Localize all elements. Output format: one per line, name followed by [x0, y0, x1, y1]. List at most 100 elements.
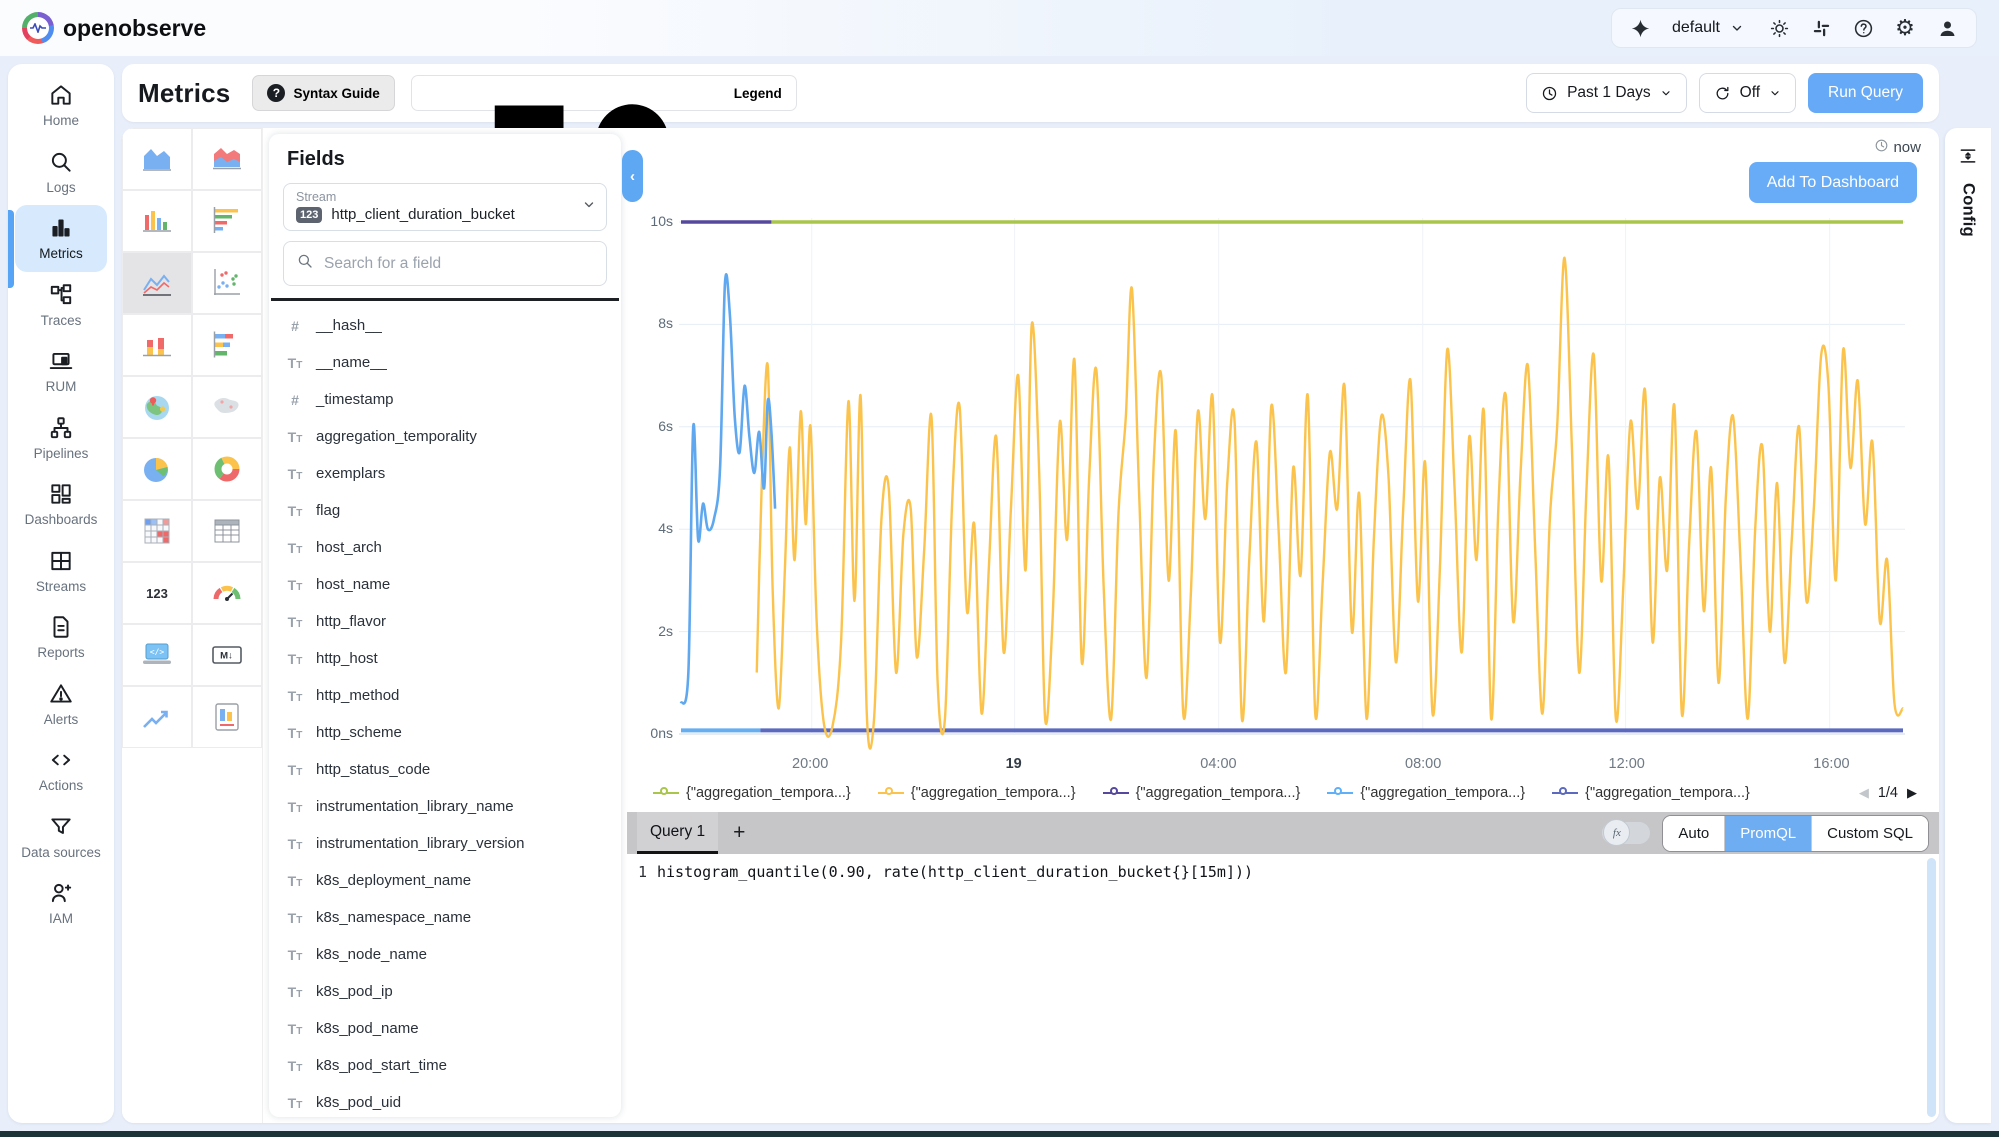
- chart-type-metric-icon[interactable]: 123: [122, 562, 192, 624]
- field-item-host_arch[interactable]: TThost_arch: [269, 529, 621, 566]
- field-search-input[interactable]: [324, 255, 594, 273]
- chart-type-gauge-icon[interactable]: [192, 562, 262, 624]
- slack-icon[interactable]: [1810, 17, 1832, 39]
- chart-type-pie-icon[interactable]: [122, 438, 192, 500]
- sidebar-item-actions[interactable]: Actions: [8, 737, 114, 804]
- query-mode-custom-sql[interactable]: Custom SQL: [1811, 816, 1928, 851]
- query-mode-promql[interactable]: PromQL: [1724, 816, 1811, 851]
- chart-type-custom-chart-icon[interactable]: [192, 686, 262, 748]
- field-item-http_scheme[interactable]: TThttp_scheme: [269, 714, 621, 751]
- org-selector[interactable]: default: [1672, 17, 1748, 39]
- fields-panel: Fields Stream 123 http_client_duration_b…: [269, 134, 621, 1117]
- chart-type-h-stacked-bar-icon[interactable]: [192, 314, 262, 376]
- sidebar-item-home[interactable]: Home: [8, 72, 114, 139]
- sidebar-item-dashboards[interactable]: Dashboards: [8, 471, 114, 538]
- svg-text:M↓: M↓: [220, 651, 233, 662]
- editor-scrollbar[interactable]: [1927, 858, 1936, 1117]
- sidebar-item-pipelines[interactable]: Pipelines: [8, 405, 114, 472]
- query-tab-1[interactable]: Query 1: [637, 812, 718, 854]
- user-avatar-icon[interactable]: [1936, 17, 1958, 39]
- chart-type-area-stacked-icon[interactable]: [192, 128, 262, 190]
- field-item-aggregation_temporality[interactable]: TTaggregation_temporality: [269, 418, 621, 455]
- legend-item-1[interactable]: {"aggregation_tempora...}: [653, 785, 851, 801]
- field-item-k8s_deployment_name[interactable]: TTk8s_deployment_name: [269, 862, 621, 899]
- legend-item-label: {"aggregation_tempora...}: [911, 785, 1076, 801]
- chart-type-html-icon[interactable]: </>: [122, 624, 192, 686]
- field-item-http_method[interactable]: TThttp_method: [269, 677, 621, 714]
- legend-prev-icon[interactable]: ◀: [1859, 785, 1869, 801]
- chart-type-table-icon[interactable]: [192, 500, 262, 562]
- field-item-k8s_pod_name[interactable]: TTk8s_pod_name: [269, 1010, 621, 1047]
- run-query-button[interactable]: Run Query: [1808, 73, 1923, 113]
- collapse-fields-button[interactable]: ‹: [622, 150, 643, 202]
- chart-type-markdown-icon[interactable]: M↓: [192, 624, 262, 686]
- chart-type-trend-icon[interactable]: [122, 686, 192, 748]
- chart-type-bar-icon[interactable]: [122, 190, 192, 252]
- sidebar-item-traces[interactable]: Traces: [8, 272, 114, 339]
- field-search[interactable]: [283, 241, 607, 286]
- sidebar-item-data-sources[interactable]: Data sources: [8, 804, 114, 871]
- chart-canvas[interactable]: [679, 210, 1905, 750]
- time-series-chart[interactable]: 0ns2s4s6s8s10s 20:001904:0008:0012:0016:…: [627, 210, 1921, 750]
- legend-item-4[interactable]: {"aggregation_tempora...}: [1327, 785, 1525, 801]
- vrl-function-toggle[interactable]: fx: [1602, 822, 1650, 844]
- sidebar-item-iam[interactable]: IAM: [8, 870, 114, 937]
- field-item-k8s_pod_start_time[interactable]: TTk8s_pod_start_time: [269, 1047, 621, 1084]
- field-item-flag[interactable]: TTflag: [269, 492, 621, 529]
- field-item-k8s_pod_uid[interactable]: TTk8s_pod_uid: [269, 1084, 621, 1117]
- add-to-dashboard-button[interactable]: Add To Dashboard: [1749, 162, 1917, 203]
- y-tick-label: 2s: [627, 623, 673, 639]
- syntax-guide-button[interactable]: ? Syntax Guide: [252, 75, 394, 111]
- sidebar-item-metrics[interactable]: Metrics: [15, 205, 107, 272]
- gear-icon[interactable]: ⚙: [1894, 17, 1916, 39]
- sidebar-item-alerts[interactable]: Alerts: [8, 671, 114, 738]
- legend-item-5[interactable]: {"aggregation_tempora...}: [1552, 785, 1750, 801]
- query-mode-auto[interactable]: Auto: [1663, 816, 1724, 851]
- legend-item-2[interactable]: {"aggregation_tempora...}: [878, 785, 1076, 801]
- chart-type-area-icon[interactable]: [122, 128, 192, 190]
- legend-item-3[interactable]: {"aggregation_tempora...}: [1103, 785, 1301, 801]
- field-item-host_name[interactable]: TThost_name: [269, 566, 621, 603]
- field-item-_timestamp[interactable]: #_timestamp: [269, 381, 621, 418]
- sidebar-item-streams[interactable]: Streams: [8, 538, 114, 605]
- text-field-icon: TT: [285, 1021, 305, 1037]
- metrics-icon: [48, 215, 74, 241]
- sidebar-item-rum[interactable]: RUM: [8, 338, 114, 405]
- field-item-k8s_pod_ip[interactable]: TTk8s_pod_ip: [269, 973, 621, 1010]
- chart-type-donut-icon[interactable]: [192, 438, 262, 500]
- field-item-__hash__[interactable]: #__hash__: [269, 307, 621, 344]
- theme-light-icon[interactable]: [1768, 17, 1790, 39]
- chart-type-scatter-icon[interactable]: [192, 252, 262, 314]
- sparkle-icon[interactable]: [1630, 17, 1652, 39]
- sidebar-item-reports[interactable]: Reports: [8, 604, 114, 671]
- time-range-select[interactable]: Past 1 Days: [1526, 73, 1687, 113]
- chart-type-line-icon[interactable]: [122, 252, 192, 314]
- help-icon[interactable]: [1852, 17, 1874, 39]
- sidebar-item-logs[interactable]: Logs: [8, 139, 114, 206]
- config-panel-tab[interactable]: Config: [1945, 128, 1991, 1123]
- x-tick-label: 08:00: [1405, 756, 1441, 772]
- field-item-instrumentation_library_version[interactable]: TTinstrumentation_library_version: [269, 825, 621, 862]
- auto-refresh-select[interactable]: Off: [1699, 73, 1796, 113]
- field-item-instrumentation_library_name[interactable]: TTinstrumentation_library_name: [269, 788, 621, 825]
- sidebar-item-label: Streams: [36, 579, 86, 595]
- svg-text:</>: </>: [150, 648, 165, 657]
- chart-type-stacked-bar-icon[interactable]: [122, 314, 192, 376]
- field-list: #__hash__TT__name__#_timestampTTaggregat…: [269, 301, 621, 1117]
- chart-type-heatmap-icon[interactable]: [122, 500, 192, 562]
- field-item-exemplars[interactable]: TTexemplars: [269, 455, 621, 492]
- field-item-k8s_namespace_name[interactable]: TTk8s_namespace_name: [269, 899, 621, 936]
- legend-button[interactable]: Legend: [411, 75, 797, 111]
- query-editor[interactable]: 1 histogram_quantile(0.90, rate(http_cli…: [627, 854, 1939, 1123]
- chart-type-h-bar-icon[interactable]: [192, 190, 262, 252]
- field-item-http_flavor[interactable]: TThttp_flavor: [269, 603, 621, 640]
- add-query-tab-button[interactable]: +: [718, 821, 760, 845]
- field-item-k8s_node_name[interactable]: TTk8s_node_name: [269, 936, 621, 973]
- stream-select[interactable]: Stream 123 http_client_duration_bucket: [283, 183, 607, 231]
- chart-type-geomap-icon[interactable]: [122, 376, 192, 438]
- field-item-__name__[interactable]: TT__name__: [269, 344, 621, 381]
- chart-type-world-map-icon[interactable]: [192, 376, 262, 438]
- legend-next-icon[interactable]: ▶: [1907, 785, 1917, 801]
- field-item-http_status_code[interactable]: TThttp_status_code: [269, 751, 621, 788]
- field-item-http_host[interactable]: TThttp_host: [269, 640, 621, 677]
